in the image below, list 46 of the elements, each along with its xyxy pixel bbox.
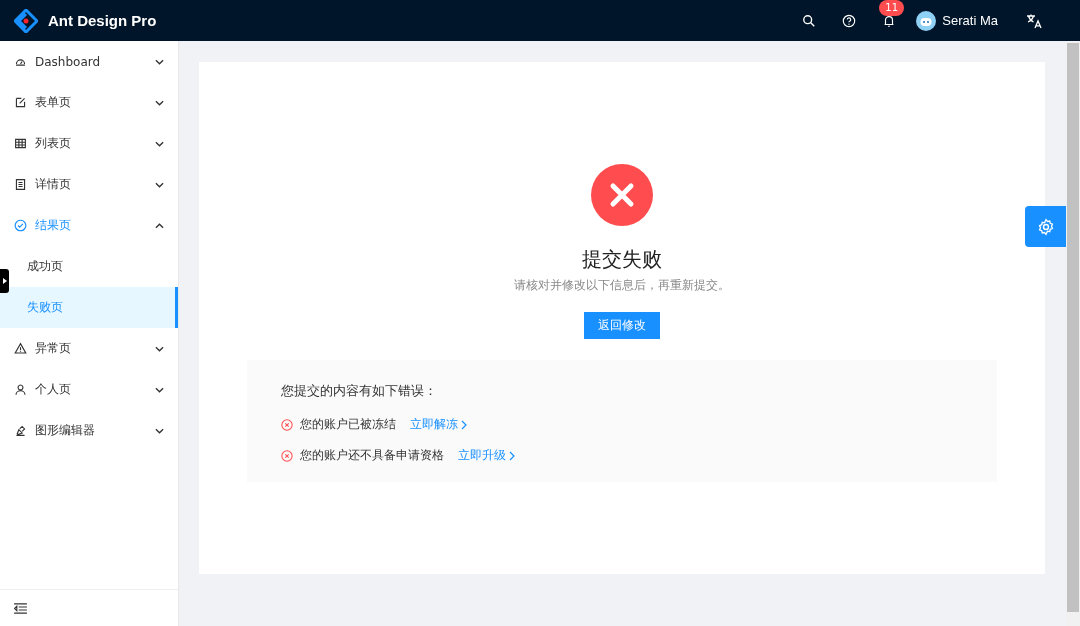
translate-icon[interactable]	[1026, 12, 1042, 29]
avatar-icon[interactable]	[916, 10, 937, 31]
chevron-icon	[155, 386, 164, 393]
close-circle-icon	[281, 418, 293, 431]
chevron-right-icon	[509, 450, 515, 461]
menu-item[interactable]: 详情页	[0, 164, 178, 205]
chevron-icon	[155, 181, 164, 188]
drawer-handle[interactable]	[0, 269, 9, 293]
user-name[interactable]: Serati Ma	[942, 13, 998, 28]
errors-heading: 您提交的内容有如下错误：	[281, 382, 438, 400]
menu-item[interactable]: 列表页	[0, 123, 178, 164]
chevron-icon	[155, 99, 164, 106]
menu-item[interactable]: 图形编辑器	[0, 410, 178, 451]
chevron-icon	[155, 222, 164, 229]
menu-item[interactable]: Dashboard	[0, 41, 178, 82]
scrollbar[interactable]	[1066, 41, 1080, 626]
notification-badge: 11	[879, 0, 905, 16]
chevron-right-icon	[461, 419, 467, 430]
error-text: 您的账户已被冻结	[300, 416, 396, 433]
collapse-menu-icon[interactable]	[14, 602, 27, 614]
settings-icon	[1036, 217, 1055, 236]
error-text: 您的账户还不具备申请资格	[300, 447, 444, 464]
menu-item[interactable]: 异常页	[0, 328, 178, 369]
menu-item[interactable]: 表单页	[0, 82, 178, 123]
logo-icon	[14, 8, 38, 33]
app-title: Ant Design Pro	[48, 12, 157, 29]
menu-item[interactable]: 个人页	[0, 369, 178, 410]
help-icon[interactable]	[842, 13, 857, 28]
exception-icon	[14, 342, 27, 355]
close-circle-icon	[281, 449, 293, 462]
chevron-icon	[155, 140, 164, 147]
table-icon	[14, 137, 27, 150]
chevron-icon	[155, 58, 164, 65]
result-subtitle: 请核对并修改以下信息后，再重新提交。	[514, 277, 730, 294]
form-icon	[14, 96, 27, 109]
submenu-item[interactable]: 成功页	[0, 246, 178, 287]
profile-icon	[14, 178, 27, 191]
result-title: 提交失败	[582, 246, 662, 273]
editor-icon	[14, 424, 27, 437]
settings-button[interactable]	[1025, 206, 1066, 247]
result-icon	[14, 219, 27, 232]
chevron-icon	[155, 345, 164, 352]
error-icon	[591, 164, 653, 226]
account-icon	[14, 383, 27, 396]
search-icon[interactable]	[802, 13, 817, 28]
chevron-icon	[155, 427, 164, 434]
